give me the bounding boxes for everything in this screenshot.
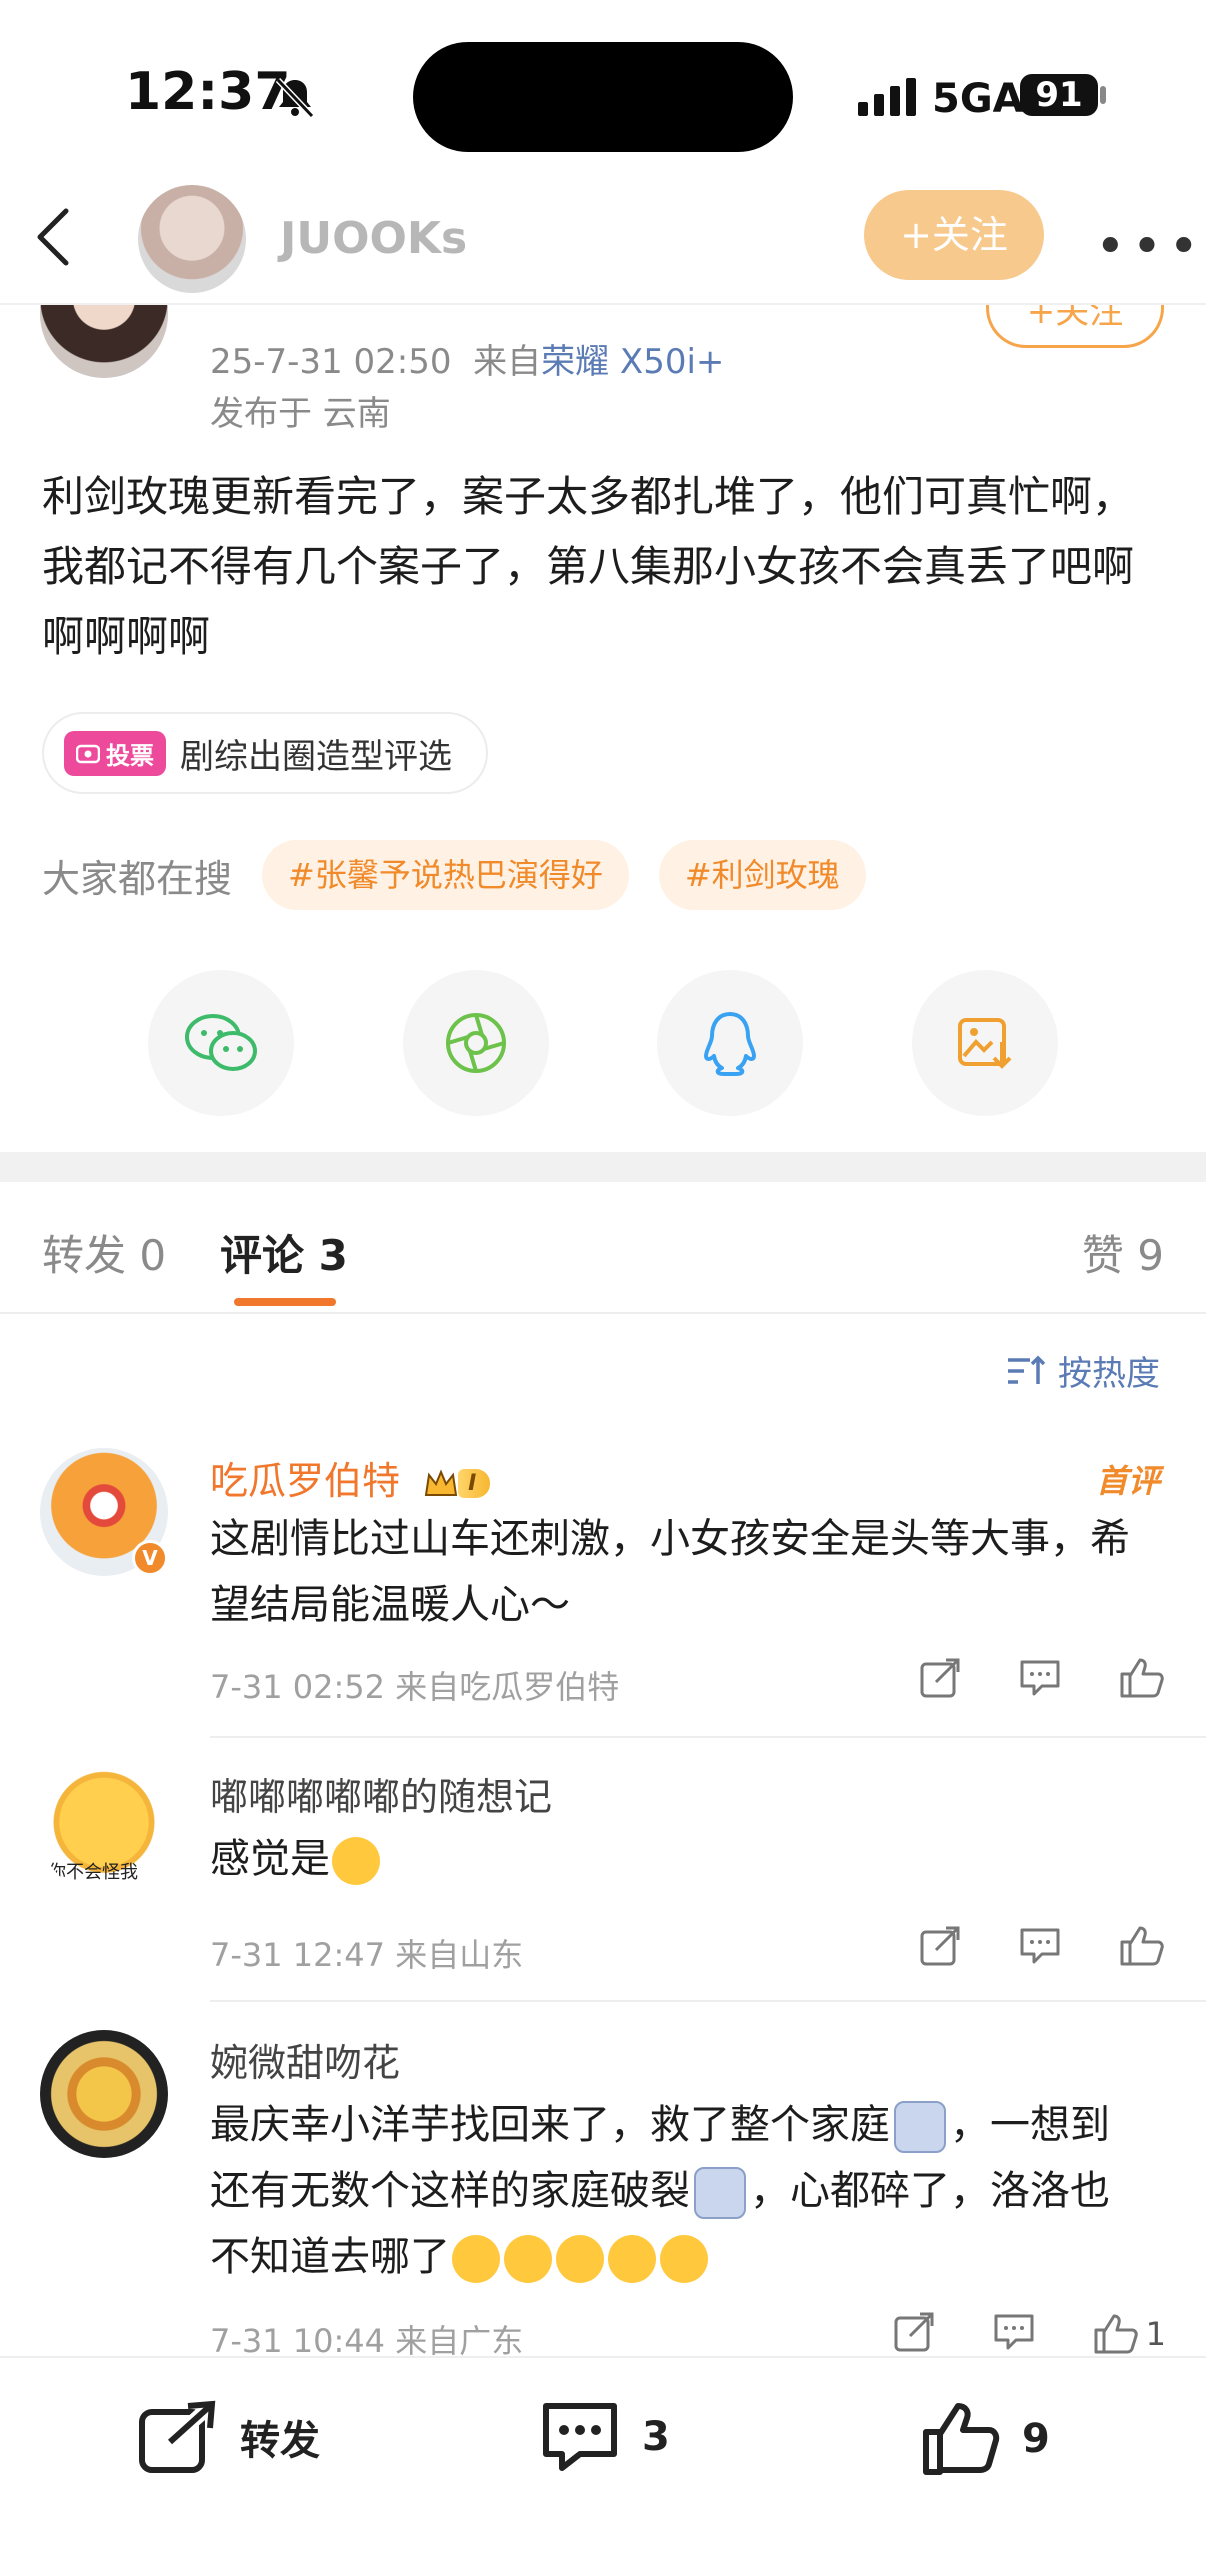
comment-text: 最庆幸小洋芋找回来了，救了整个家庭 ，一想到还有无数个这样的家庭破裂 ，心都碎了，洛… — [210, 2092, 1140, 2290]
family-emoji-icon — [694, 2167, 746, 2219]
comment-avatar[interactable] — [40, 2030, 168, 2158]
status-time: 12:37 — [125, 62, 291, 122]
bottom-comment-button[interactable]: 3 — [540, 2400, 670, 2474]
moments-icon[interactable] — [402, 970, 549, 1116]
comment-like-count: 1 — [1145, 2315, 1166, 2353]
family-emoji-icon — [894, 2101, 946, 2153]
reply-icon[interactable] — [1018, 1656, 1062, 1704]
hot-search-tag[interactable]: #张馨予说热巴演得好 — [262, 840, 629, 910]
top-header: JUOOKs +关注 ••• — [0, 175, 1206, 305]
comment-author-name[interactable]: 婉微甜吻花 — [210, 2032, 400, 2087]
vote-badge: 投票 — [64, 730, 166, 776]
comment-text: 感觉是 — [210, 1826, 1140, 1892]
like-icon — [1094, 2314, 1138, 2354]
like-button[interactable]: 1 — [1092, 2312, 1166, 2356]
share-row — [148, 970, 1058, 1116]
section-divider — [0, 1152, 1206, 1182]
like-icon[interactable] — [1118, 1924, 1166, 1972]
sort-icon — [1008, 1355, 1046, 1384]
qq-icon[interactable] — [657, 970, 804, 1116]
comment-actions: 1 — [892, 2310, 1166, 2358]
signal-icon — [858, 78, 920, 120]
bottom-repost-button[interactable]: 转发 — [138, 2400, 320, 2474]
bell-off-icon — [272, 74, 318, 124]
comment-text-content: 感觉是 — [210, 1836, 330, 1882]
hot-search-tag[interactable]: #利剑玫瑰 — [658, 840, 866, 910]
crying-emoji-icon — [504, 2235, 552, 2283]
header-follow-button[interactable]: +关注 — [864, 190, 1044, 280]
post-from-prefix: 来自 — [473, 342, 542, 382]
bottom-repost-label: 转发 — [240, 2418, 320, 2464]
ballot-icon — [76, 744, 100, 764]
network-type: 5GA — [932, 76, 1024, 122]
vote-badge-label: 投票 — [106, 741, 154, 770]
share-icon[interactable] — [892, 2310, 936, 2358]
vote-label: 剧综出圈造型评选 — [180, 736, 452, 777]
bottom-comment-count: 3 — [642, 2414, 670, 2460]
comment-author-name[interactable]: 嘟嘟嘟嘟嘟的随想记 — [210, 1766, 552, 1821]
battery-icon: 91 — [1020, 74, 1098, 116]
bottom-like-count: 9 — [1022, 2416, 1050, 2462]
crying-emoji-icon — [556, 2235, 604, 2283]
hot-search-row: 大家都在搜 #张馨予说热巴演得好 #利剑玫瑰 — [42, 840, 866, 910]
like-icon[interactable] — [1118, 1656, 1166, 1704]
comment-actions — [918, 1924, 1166, 1972]
crying-emoji-icon — [660, 2235, 708, 2283]
post-meta: 25-7-31 02:50 来自荣耀 X50i+ — [210, 334, 724, 383]
interaction-tabs: 转发 0 评论 3 赞 9 — [0, 1182, 1206, 1314]
post-location: 发布于 云南 — [210, 394, 391, 434]
comment-text: 这剧情比过山车还刺激，小女孩安全是头等大事，希望结局能温暖人心～ — [210, 1516, 1130, 1628]
tab-like[interactable]: 赞 9 — [1082, 1222, 1164, 1283]
back-arrow-icon[interactable] — [30, 205, 76, 273]
header-username[interactable]: JUOOKs — [280, 213, 467, 264]
verified-badge-icon: V — [132, 1540, 168, 1576]
crying-emoji-icon — [608, 2235, 656, 2283]
sort-toggle[interactable]: 按热度 — [1006, 1346, 1160, 1395]
sort-label: 按热度 — [1058, 1354, 1160, 1394]
header-avatar[interactable] — [138, 185, 246, 293]
dynamic-island — [413, 42, 793, 152]
post-time: 25-7-31 02:50 — [210, 342, 452, 382]
comment-author-name[interactable]: 吃瓜罗伯特 — [210, 1459, 400, 1503]
vote-chip[interactable]: 投票 剧综出圈造型评选 — [42, 712, 488, 794]
crying-emoji-icon — [452, 2235, 500, 2283]
comment-meta: 7-31 12:47 来自山东 — [210, 1936, 524, 1974]
reply-icon[interactable] — [1018, 1924, 1062, 1972]
tab-repost[interactable]: 转发 0 — [42, 1222, 166, 1283]
comment-separator — [210, 2000, 1206, 2002]
more-options-icon[interactable]: ••• — [1095, 217, 1205, 277]
comment-meta: 7-31 02:52 来自吃瓜罗伯特 — [210, 1668, 620, 1706]
comment-actions — [918, 1656, 1166, 1704]
bottom-like-button[interactable]: 9 — [920, 2400, 1050, 2478]
comment-text-part: 最庆幸小洋芋找回来了，救了整个家庭 — [210, 2102, 890, 2148]
vip-crown-icon: I — [424, 1468, 491, 1499]
comment-author[interactable]: 吃瓜罗伯特 I — [210, 1450, 491, 1505]
vip-level: I — [458, 1469, 491, 1498]
battery-tip — [1100, 86, 1106, 104]
repost-icon — [139, 2400, 216, 2473]
post-device[interactable]: 荣耀 X50i+ — [541, 342, 724, 382]
wechat-icon[interactable] — [148, 970, 294, 1116]
share-icon[interactable] — [918, 1924, 962, 1972]
comment-separator — [210, 1736, 1206, 1738]
comment-avatar[interactable]: 你不会怪我 — [40, 1766, 168, 1894]
tab-comment[interactable]: 评论 3 — [220, 1222, 348, 1283]
active-tab-indicator — [234, 1298, 336, 1306]
share-icon[interactable] — [918, 1656, 962, 1704]
post-text: 利剑玫瑰更新看完了，案子太多都扎堆了，他们可真忙啊，我都记不得有几个案子了，第八… — [42, 472, 1135, 661]
first-comment-badge: 首评 — [1095, 1462, 1160, 1500]
status-bar: 12:37 5GA 91 — [0, 0, 1206, 190]
bottom-action-bar: 转发 3 9 — [0, 2356, 1206, 2561]
comment-icon — [543, 2403, 617, 2471]
reply-icon[interactable] — [992, 2310, 1036, 2358]
laughing-crying-emoji-icon — [332, 1837, 380, 1885]
like-icon — [923, 2403, 1000, 2475]
hot-search-label: 大家都在搜 — [42, 856, 233, 901]
avatar-caption: 你不会怪我 — [48, 1862, 138, 1883]
save-image-icon[interactable] — [911, 970, 1058, 1116]
